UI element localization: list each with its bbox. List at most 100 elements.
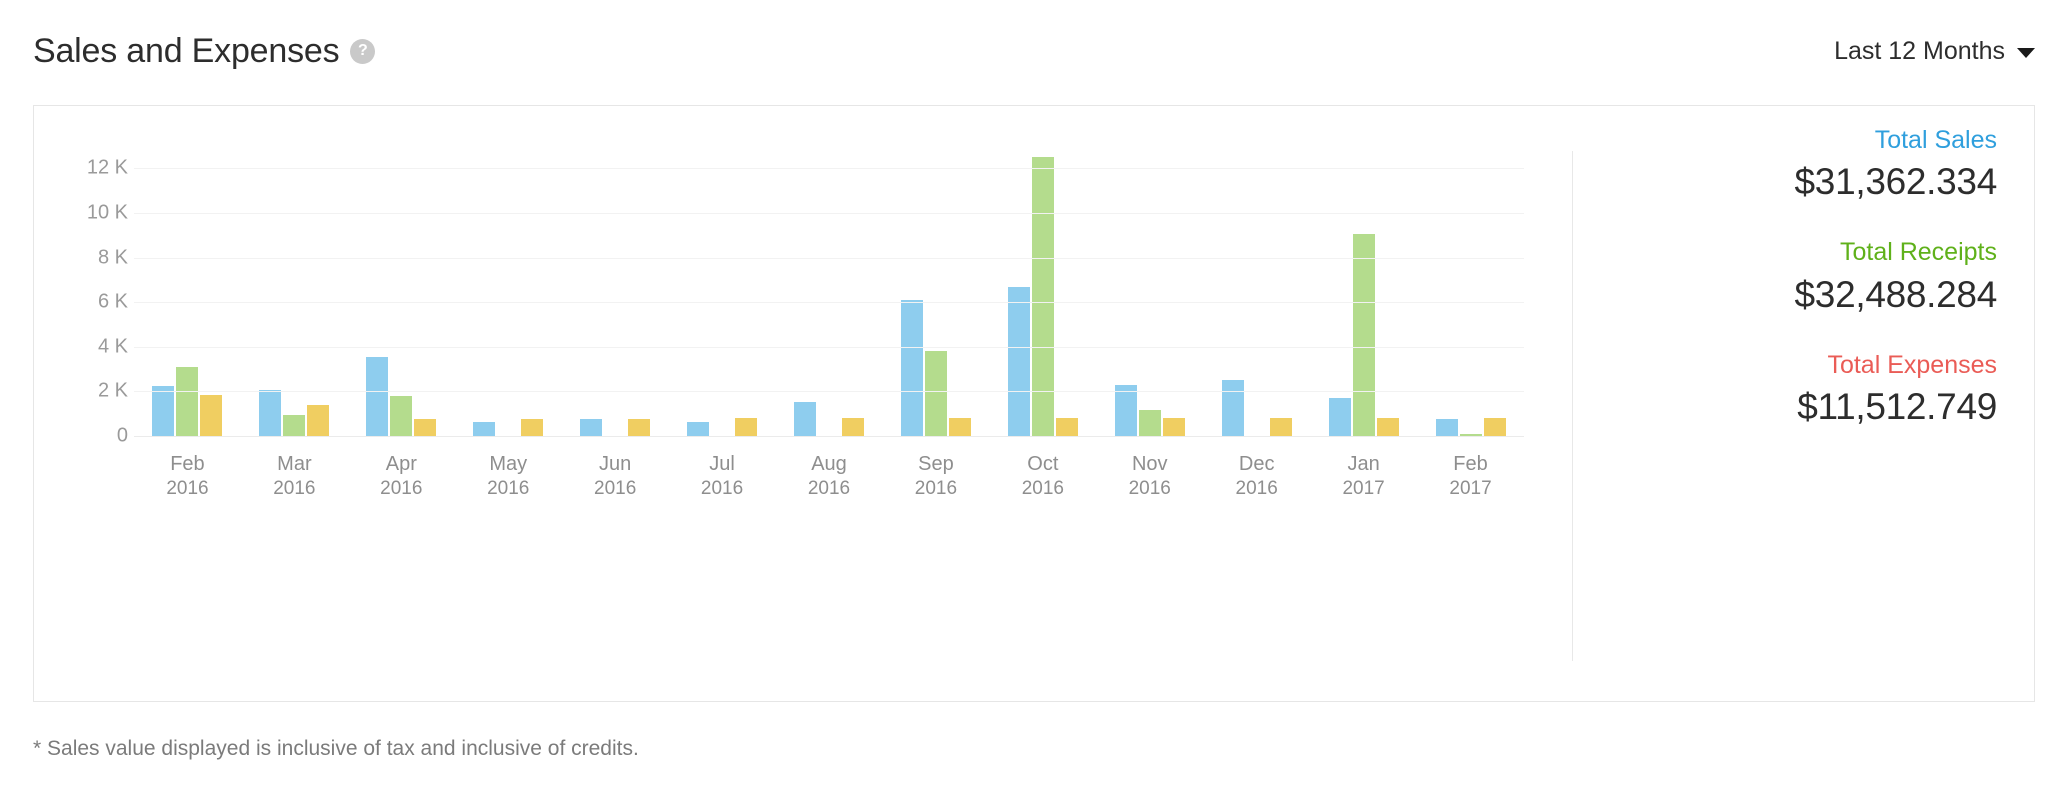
summary-panel: Total Sales $31,362.334 Total Receipts $32,…: [1594, 106, 2036, 703]
x-tick-year: 2016: [166, 478, 209, 499]
bar-sales[interactable]: [793, 402, 816, 436]
x-axis-tick-label: Jan 2017: [1310, 451, 1417, 502]
bar-receipts[interactable]: [1352, 234, 1375, 436]
x-tick-month: Dec: [1238, 453, 1275, 475]
bar-receipts[interactable]: [390, 395, 413, 436]
x-axis-tick-label: Apr 2016: [348, 451, 455, 502]
x-axis-tick-label: Jun 2016: [562, 451, 669, 502]
x-tick-year: 2017: [1449, 478, 1492, 499]
x-tick-year: 2016: [487, 478, 530, 499]
footnote: * Sales value displayed is inclusive of …: [33, 737, 639, 760]
period-selector-dropdown[interactable]: Last 12 Months: [1834, 37, 2035, 66]
y-axis-tick-label: 2 K: [97, 379, 128, 402]
bar-group: [669, 146, 776, 436]
bar-group: [1417, 146, 1524, 436]
bar-receipts[interactable]: [924, 351, 947, 436]
gridline: [134, 212, 1524, 214]
x-tick-month: Mar: [277, 453, 312, 475]
x-tick-month: Sep: [918, 453, 954, 475]
bar-expenses[interactable]: [1269, 418, 1292, 436]
gridline: [134, 346, 1524, 348]
x-tick-year: 2016: [1021, 478, 1064, 499]
bar-expenses[interactable]: [735, 418, 758, 436]
bar-sales[interactable]: [366, 356, 389, 436]
bar-receipts[interactable]: [1138, 410, 1161, 436]
bar-expenses[interactable]: [1483, 418, 1506, 436]
y-axis-tick-label: 10 K: [86, 201, 128, 224]
bar-expenses[interactable]: [200, 394, 223, 436]
bar-group: [348, 146, 455, 436]
bar-group: [1096, 146, 1203, 436]
x-tick-month: Nov: [1131, 453, 1168, 475]
bar-expenses[interactable]: [841, 418, 864, 436]
bar-expenses[interactable]: [307, 404, 330, 436]
summary-label: Total Receipts: [1839, 238, 1997, 267]
x-tick-year: 2016: [1128, 478, 1171, 499]
bar-sales[interactable]: [1221, 379, 1244, 436]
sales-and-expenses-widget: Sales and Expenses ? Last 12 Months 0 2 K…: [0, 0, 2068, 793]
x-axis-tick-label: Feb 2016: [134, 451, 241, 502]
bar-group: [134, 146, 241, 436]
title-group: Sales and Expenses ?: [33, 32, 376, 70]
plot-area: 0 2 K 4 K 6 K 8 K 10 K 12 K: [87, 146, 1524, 447]
bar-expenses[interactable]: [628, 418, 651, 436]
y-axis-tick-label: 8 K: [97, 246, 128, 269]
gridline: [134, 436, 1524, 437]
summary-block: Total Receipts $32,488.284: [1594, 234, 1998, 318]
summary-value: $31,362.334: [1794, 161, 1998, 203]
bar-sales[interactable]: [259, 389, 282, 436]
bar-sales[interactable]: [473, 422, 496, 436]
bar-expenses[interactable]: [1376, 418, 1399, 436]
x-tick-month: Feb: [1453, 453, 1488, 475]
y-axis-tick-label: 6 K: [97, 290, 128, 313]
bar-sales[interactable]: [900, 300, 923, 436]
help-circle-icon[interactable]: ?: [350, 38, 376, 64]
bar-sales[interactable]: [152, 385, 175, 436]
bar-sales[interactable]: [1007, 287, 1030, 436]
bar-sales[interactable]: [1435, 419, 1458, 436]
bar-sales[interactable]: [580, 419, 603, 436]
x-axis-tick-label: Jul 2016: [669, 451, 776, 502]
x-axis-tick-label: Aug 2016: [776, 451, 883, 502]
y-axis-tick-label: 4 K: [97, 335, 128, 358]
bar-sales[interactable]: [1328, 398, 1351, 436]
gridline: [134, 168, 1524, 170]
bar-receipts[interactable]: [1031, 156, 1054, 436]
x-axis-tick-label: Sep 2016: [882, 451, 989, 502]
bar-sales[interactable]: [1114, 385, 1137, 436]
period-selector-label: Last 12 Months: [1834, 36, 2005, 65]
summary-value: $11,512.749: [1797, 385, 1997, 427]
page-title: Sales and Expenses: [33, 32, 340, 70]
bar-expenses[interactable]: [1162, 418, 1185, 436]
bar-expenses[interactable]: [1055, 418, 1078, 436]
y-axis-tick-label: 0: [116, 424, 128, 447]
bar-receipts[interactable]: [283, 414, 306, 436]
x-tick-year: 2016: [914, 478, 958, 499]
bar-sales[interactable]: [687, 422, 710, 436]
bar-group: [241, 146, 348, 436]
y-axis: 0 2 K 4 K 6 K 8 K 10 K 12 K: [44, 146, 128, 447]
summary-label: Total Expenses: [1827, 350, 1997, 379]
chart-card: 0 2 K 4 K 6 K 8 K 10 K 12 K Feb 2016 Mar 2016 Apr 2…: [33, 105, 2035, 702]
x-axis-tick-label: Feb 2017: [1417, 451, 1524, 502]
x-tick-year: 2016: [807, 478, 851, 499]
gridline: [134, 302, 1524, 304]
x-tick-month: Jun: [599, 453, 632, 475]
bar-expenses[interactable]: [521, 418, 544, 436]
bar-group: [455, 146, 562, 436]
summary-label: Total Sales: [1874, 126, 1997, 154]
bar-group: [989, 146, 1096, 436]
x-axis-tick-label: Oct 2016: [989, 451, 1096, 502]
x-tick-month: Oct: [1027, 453, 1059, 475]
summary-block: Total Expenses $11,512.749: [1594, 347, 1997, 431]
bar-group: [776, 146, 883, 436]
x-axis-tick-label: May 2016: [455, 451, 562, 502]
gridline: [134, 257, 1524, 259]
x-axis-tick-label: Dec 2016: [1203, 451, 1310, 502]
bar-receipts[interactable]: [176, 366, 199, 436]
bar-expenses[interactable]: [414, 418, 437, 436]
x-axis-tick-label: Mar 2016: [241, 451, 348, 502]
x-tick-month: Jan: [1347, 453, 1380, 475]
chevron-down-icon: [2017, 48, 2035, 58]
bar-expenses[interactable]: [948, 418, 971, 436]
